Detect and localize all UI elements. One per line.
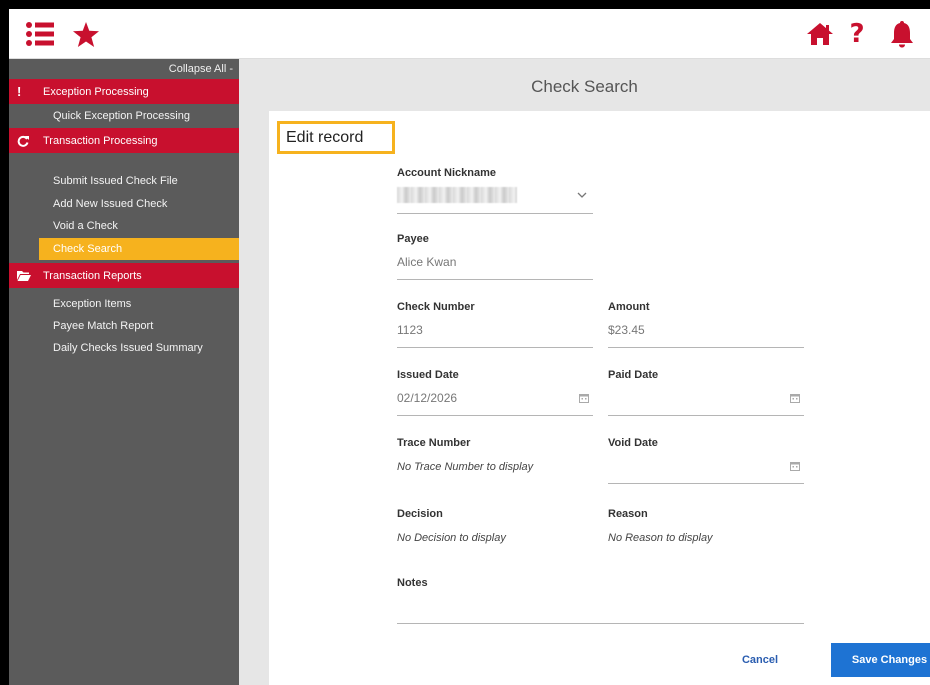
page-title: Check Search xyxy=(531,77,638,96)
reason-label: Reason xyxy=(608,508,648,520)
calendar-icon[interactable] xyxy=(790,393,800,403)
trace-number-value: No Trace Number to display xyxy=(397,461,534,473)
edit-record-heading: Edit record xyxy=(277,121,395,154)
account-nickname-blurred-value xyxy=(397,187,517,203)
trace-number-label: Trace Number xyxy=(397,437,471,449)
sidebar-section-exception-processing[interactable]: ! Exception Processing xyxy=(9,79,239,104)
void-date-field[interactable]: Void Date xyxy=(608,437,804,484)
top-bar: ? xyxy=(9,9,930,59)
field-underline xyxy=(397,213,593,214)
sidebar-item-add-new-issued-check[interactable]: Add New Issued Check xyxy=(9,193,239,215)
sidebar-item-quick-exception-processing[interactable]: Quick Exception Processing xyxy=(9,105,239,127)
sidebar-section-label: Transaction Reports xyxy=(43,269,142,282)
bell-icon[interactable] xyxy=(887,19,917,49)
payee-field[interactable]: Payee Alice Kwan xyxy=(397,233,593,280)
paid-date-field[interactable]: Paid Date xyxy=(608,369,804,416)
decision-field: Decision No Decision to display xyxy=(397,508,593,544)
calendar-icon[interactable] xyxy=(579,393,589,403)
amount-field[interactable]: Amount $23.45 xyxy=(608,301,804,348)
field-underline xyxy=(397,279,593,280)
account-nickname-label: Account Nickname xyxy=(397,167,497,179)
field-underline xyxy=(397,623,804,624)
void-date-label: Void Date xyxy=(608,437,658,449)
sidebar-item-check-search[interactable]: Check Search xyxy=(39,238,239,260)
folder-icon xyxy=(17,270,39,281)
main-content: Check Search Edit record Account Nicknam… xyxy=(239,59,930,685)
help-glyph: ? xyxy=(849,19,865,49)
sidebar-item-submit-issued-check-file[interactable]: Submit Issued Check File xyxy=(9,170,239,192)
save-changes-button[interactable]: Save Changes xyxy=(831,643,930,677)
check-number-label: Check Number xyxy=(397,301,475,313)
notes-field[interactable]: Notes xyxy=(397,577,804,624)
star-icon[interactable] xyxy=(71,19,101,49)
payee-label: Payee xyxy=(397,233,429,245)
sidebar: Collapse All - ! Exception Processing Qu… xyxy=(9,59,239,685)
decision-label: Decision xyxy=(397,508,443,520)
field-underline xyxy=(608,347,804,348)
trace-number-field: Trace Number No Trace Number to display xyxy=(397,437,593,473)
collapse-all-link[interactable]: Collapse All - xyxy=(169,63,233,75)
app-window: ? Collapse All - ! Exception Processing … xyxy=(9,9,930,685)
refresh-icon xyxy=(17,135,39,147)
sidebar-section-label: Transaction Processing xyxy=(43,134,158,147)
issued-date-field[interactable]: Issued Date 02/12/2026 xyxy=(397,369,593,416)
issued-date-value: 02/12/2026 xyxy=(397,391,458,405)
cancel-button[interactable]: Cancel xyxy=(735,645,785,675)
account-nickname-field[interactable]: Account Nickname xyxy=(397,167,593,214)
edit-record-card: Edit record Account Nickname Payee Alice… xyxy=(269,111,930,685)
field-underline xyxy=(608,483,804,484)
field-underline xyxy=(397,415,593,416)
help-icon[interactable]: ? xyxy=(847,19,867,49)
exclamation-icon: ! xyxy=(17,84,22,99)
issued-date-label: Issued Date xyxy=(397,369,459,381)
sidebar-section-transaction-reports[interactable]: Transaction Reports xyxy=(9,263,239,288)
check-number-field[interactable]: Check Number 1123 xyxy=(397,301,593,348)
field-underline xyxy=(397,347,593,348)
amount-label: Amount xyxy=(608,301,650,313)
paid-date-label: Paid Date xyxy=(608,369,659,381)
field-underline xyxy=(608,415,804,416)
check-number-value: 1123 xyxy=(397,323,423,337)
sidebar-section-transaction-processing[interactable]: Transaction Processing xyxy=(9,128,239,153)
sidebar-section-label: Exception Processing xyxy=(43,85,149,98)
payee-value: Alice Kwan xyxy=(397,255,457,269)
sidebar-item-void-a-check[interactable]: Void a Check xyxy=(9,215,239,237)
calendar-icon[interactable] xyxy=(790,461,800,471)
decision-value: No Decision to display xyxy=(397,532,506,544)
notes-label: Notes xyxy=(397,577,428,589)
menu-icon[interactable] xyxy=(25,19,55,49)
chevron-down-icon[interactable] xyxy=(577,191,587,199)
home-icon[interactable] xyxy=(805,19,835,49)
sidebar-item-exception-items[interactable]: Exception Items xyxy=(9,293,239,315)
reason-value: No Reason to display xyxy=(608,532,713,544)
sidebar-item-payee-match-report[interactable]: Payee Match Report xyxy=(9,315,239,337)
sidebar-item-daily-checks-issued-summary[interactable]: Daily Checks Issued Summary xyxy=(9,337,239,359)
amount-value: $23.45 xyxy=(608,323,645,337)
reason-field: Reason No Reason to display xyxy=(608,508,804,544)
